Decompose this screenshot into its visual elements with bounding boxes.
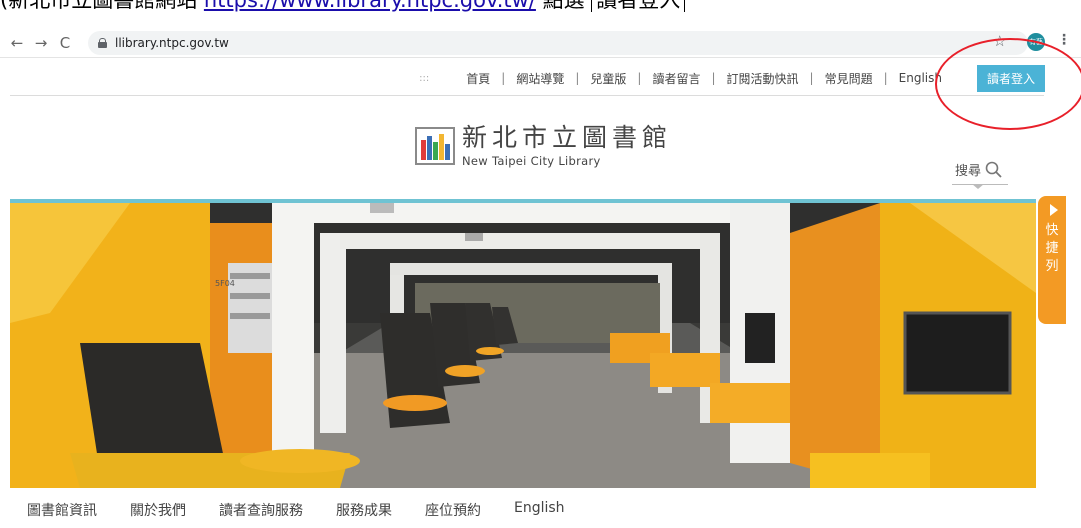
search-toggle[interactable]: 搜尋	[955, 160, 1003, 179]
annotation-red-circle	[935, 38, 1081, 130]
top-nav-subscribe[interactable]: 訂閱活動快訊	[716, 70, 810, 87]
logo-title-en: New Taipei City Library	[462, 154, 601, 168]
main-nav-english[interactable]: English	[514, 500, 565, 520]
search-icon	[985, 161, 1002, 178]
instruction-prefix: (新北市立圖書館網站	[0, 0, 198, 12]
site-logo[interactable]: 新北市立圖書館 New Taipei City Library	[414, 124, 672, 168]
search-label: 搜尋	[955, 164, 982, 179]
hero-sign-text: 5F04	[215, 279, 235, 288]
address-bar[interactable]: llibrary.ntpc.gov.tw	[88, 30, 1028, 55]
main-nav-results[interactable]: 服務成果	[336, 500, 392, 520]
top-nav-sitemap[interactable]: 網站導覽	[505, 70, 575, 87]
main-nav: 圖書館資訊 關於我們 讀者查詢服務 服務成果 座位預約 English	[27, 500, 598, 520]
quick-links-char-3: 列	[1045, 259, 1059, 274]
reload-icon[interactable]: C	[54, 32, 76, 54]
top-nav-kids[interactable]: 兒童版	[579, 70, 637, 87]
main-nav-seat-reservation[interactable]: 座位預約	[425, 500, 481, 520]
instruction-middle: 點選	[542, 0, 585, 12]
search-caret-icon	[972, 184, 984, 189]
quick-links-char-2: 捷	[1045, 241, 1059, 256]
forward-arrow-icon[interactable]: →	[30, 32, 52, 54]
library-url-link[interactable]: https://www.library.ntpc.gov.tw/	[204, 0, 536, 12]
main-nav-reader-services[interactable]: 讀者查詢服務	[219, 500, 303, 520]
site-top-nav: ::: 首頁 | 網站導覽 | 兒童版 | 讀者留言 | 訂閱活動快訊 | 常見問題 | E…	[0, 64, 1081, 92]
main-nav-library-info[interactable]: 圖書館資訊	[27, 500, 97, 520]
top-nav-home[interactable]: 首頁	[455, 70, 501, 87]
instruction-boxed-login: 讀者登入	[591, 0, 686, 12]
top-divider	[10, 95, 1044, 96]
menu-kebab-icon[interactable]: ⋮	[1057, 32, 1071, 48]
logo-title-zh: 新北市立圖書館	[462, 123, 673, 152]
browser-toolbar: ← → C llibrary.ntpc.gov.tw ☆ 有藝 ⋮	[0, 28, 1081, 58]
quick-links-char-1: 快	[1045, 223, 1059, 238]
back-arrow-icon[interactable]: ←	[6, 32, 28, 54]
quick-links-tab[interactable]: 快 捷 列	[1038, 196, 1066, 324]
instruction-text: (新北市立圖書館網站 https://www.library.ntpc.gov.…	[0, 0, 1081, 12]
top-nav-faq[interactable]: 常見問題	[814, 70, 884, 87]
accesskey-dots[interactable]: :::	[419, 73, 429, 84]
library-logo-icon	[414, 124, 458, 168]
lock-icon	[98, 37, 107, 48]
url-text: llibrary.ntpc.gov.tw	[115, 35, 229, 50]
main-nav-about[interactable]: 關於我們	[130, 500, 186, 520]
play-arrow-icon	[1049, 204, 1058, 216]
hero-banner-image: 5F04	[10, 203, 1036, 488]
top-nav-guestbook[interactable]: 讀者留言	[641, 70, 711, 87]
